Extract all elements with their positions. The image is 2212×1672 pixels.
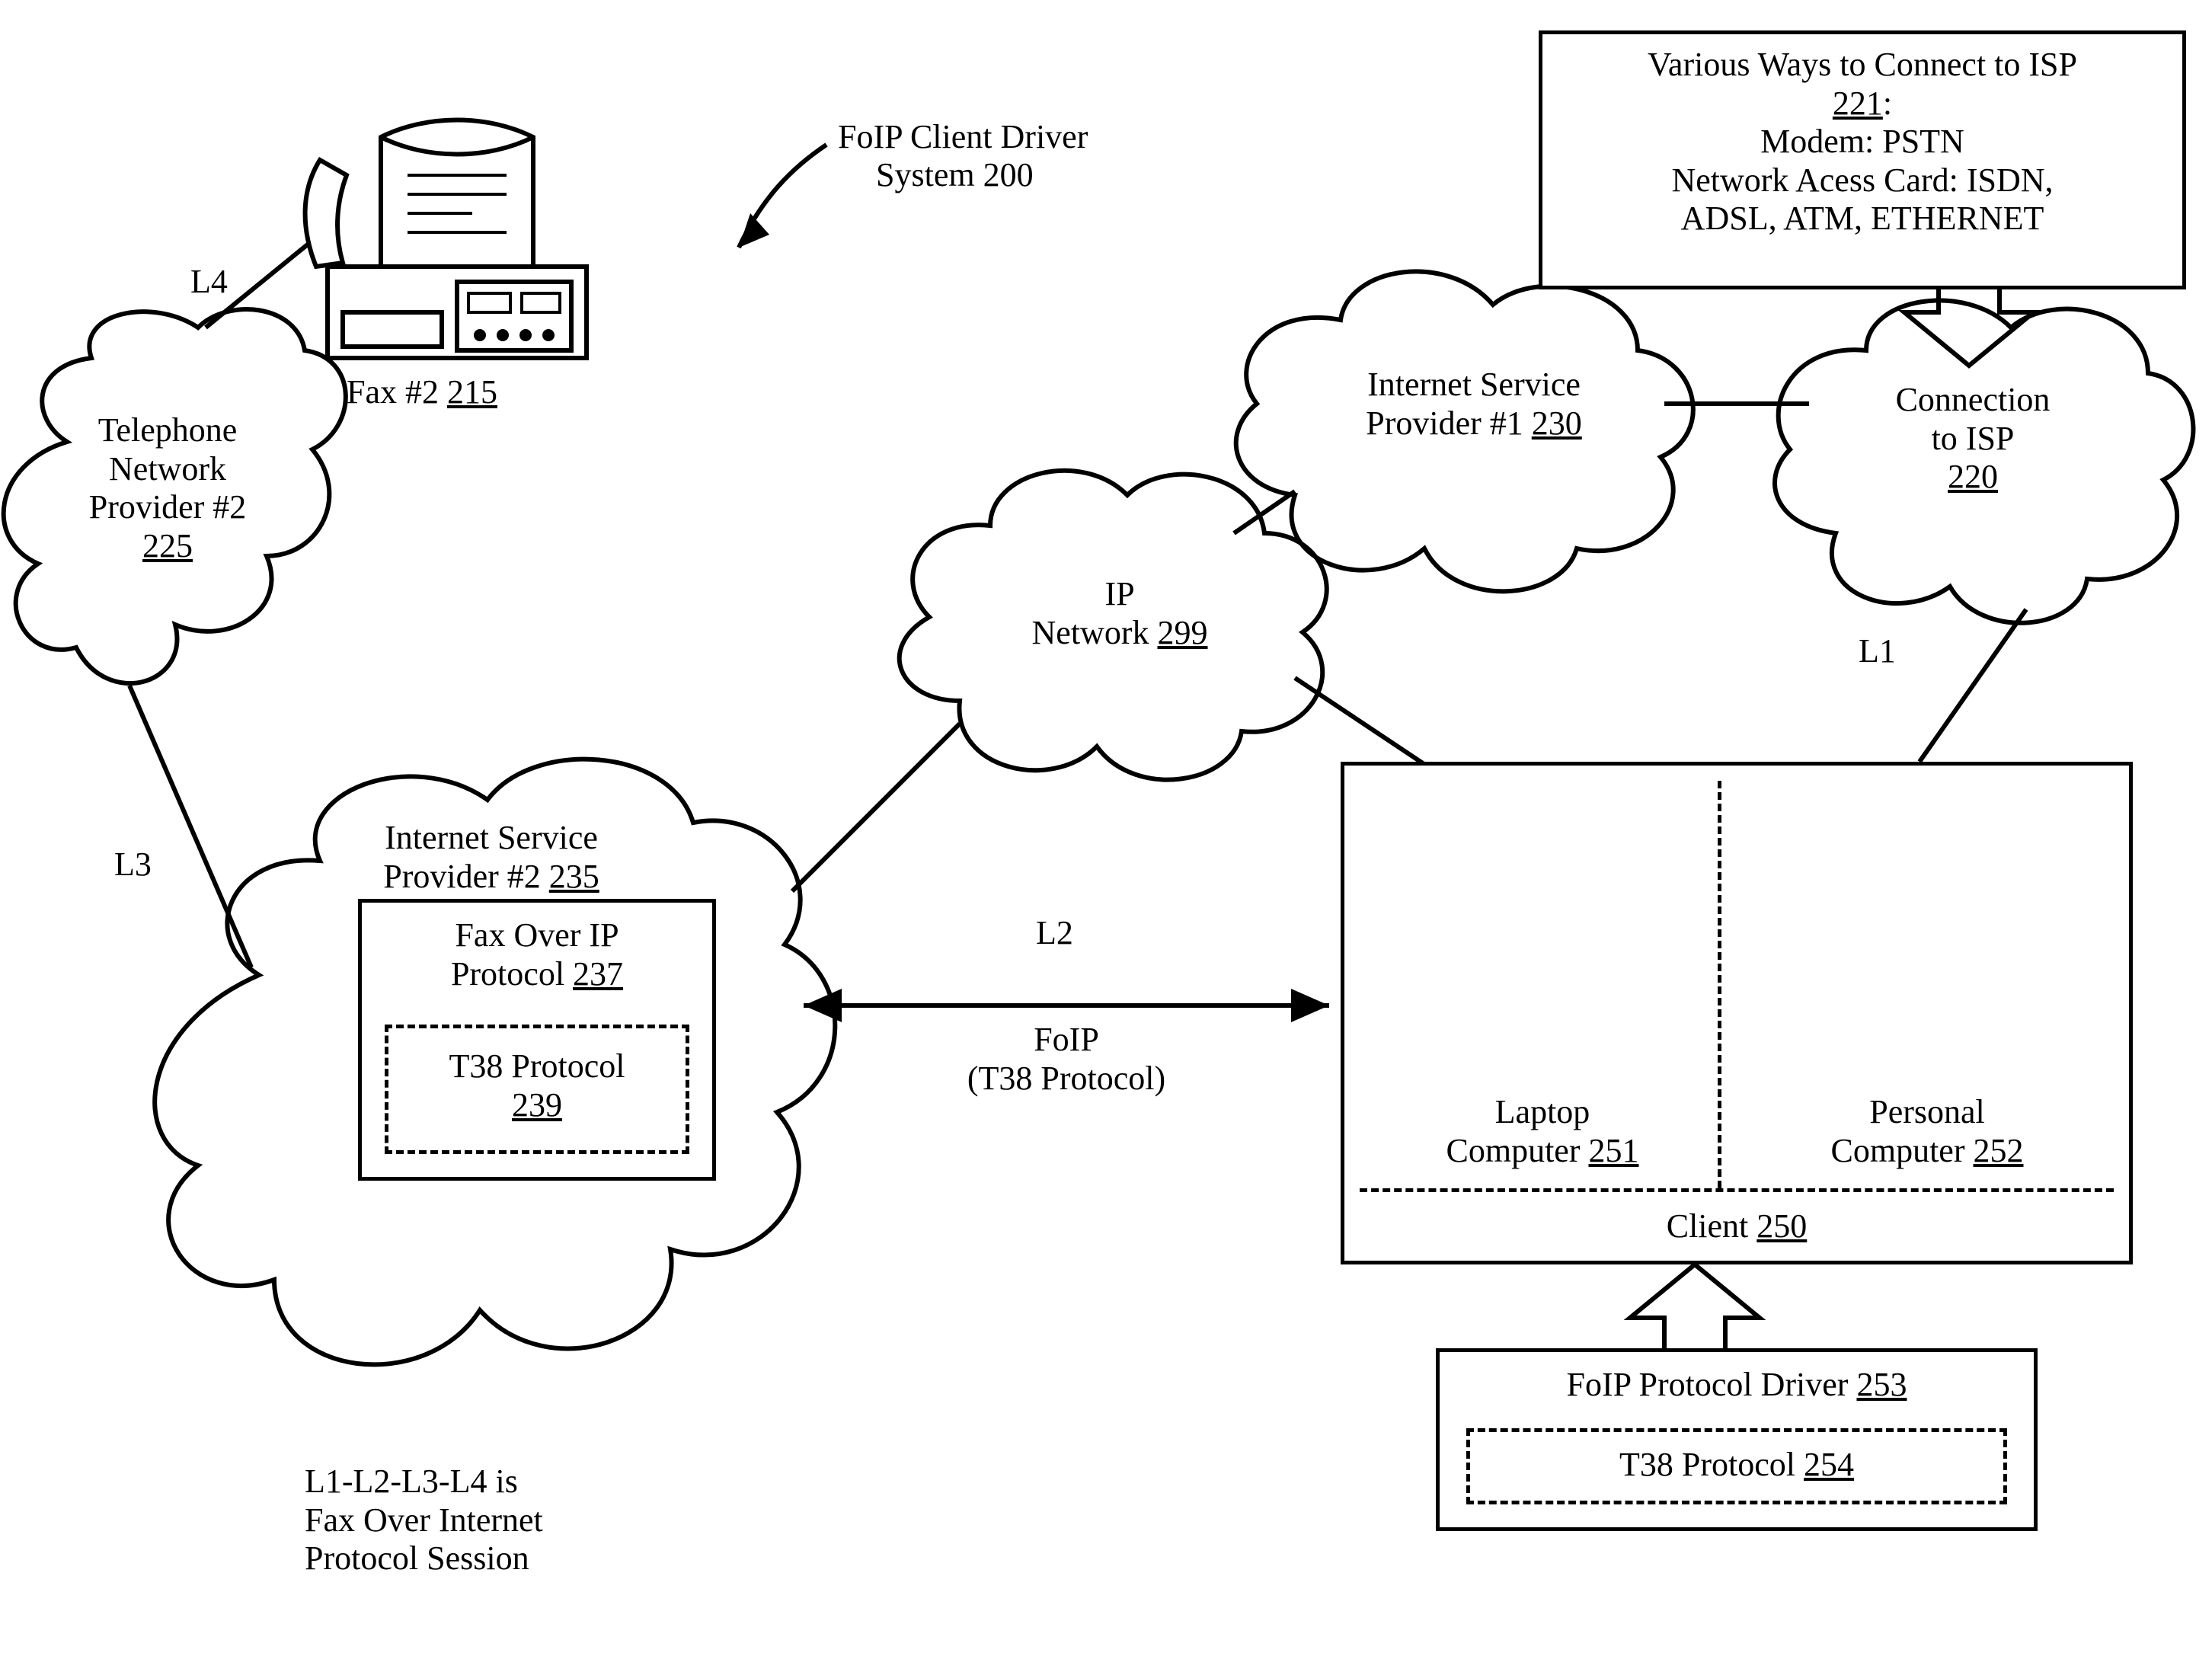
client-divider-vertical [1718,781,1721,1188]
ways-text: Various Ways to Connect to ISP 221: Mode… [1542,46,2182,238]
driver-box: FoIP Protocol Driver 253 T38 Protocol 25… [1436,1348,2038,1531]
fax-label: Fax #2 215 [347,373,497,412]
conn-text: Connection to ISP 220 [1813,381,2133,497]
block-arrow-client [1630,1264,1760,1348]
client-box: Laptop Computer 251 Personal Computer 25… [1341,762,2133,1264]
link-l1-label: L1 [1859,632,1896,671]
ways-box: Various Ways to Connect to ISP 221: Mode… [1539,30,2186,289]
foip-arrow-caption: FoIP (T38 Protocol) [899,1021,1234,1098]
t38-a-text: T38 Protocol 239 [388,1047,686,1124]
t38-box-a: T38 Protocol 239 [385,1025,689,1154]
link-l2-label: L2 [1036,914,1073,953]
isp2-label: Internet Service Provider #2 235 [301,819,682,896]
driver-label: FoIP Protocol Driver 253 [1440,1366,2034,1405]
title-arrow [739,145,826,248]
title-line1: FoIP Client Driver [838,118,1088,157]
link-l3-label: L3 [114,846,152,884]
isp1-text: Internet Service Provider #1 230 [1303,366,1645,443]
link-l4-label: L4 [190,263,228,302]
foip-protocol-text: Fax Over IP Protocol 237 [362,916,712,993]
fax-icon [305,120,587,359]
foip-arrow-line [804,989,1329,1022]
t38-box-b: T38 Protocol 254 [1466,1428,2007,1504]
ipnet-text: IP Network 299 [983,575,1257,652]
pc-label: Personal Computer 252 [1763,1093,2091,1170]
title-line2: System 200 [876,156,1034,195]
client-divider-horizontal [1360,1188,2114,1192]
client-label: Client 250 [1344,1207,2129,1246]
foip-protocol-box: Fax Over IP Protocol 237 T38 Protocol 23… [358,899,716,1181]
session-text: L1-L2-L3-L4 is Fax Over Internet Protoco… [305,1463,686,1578]
laptop-label: Laptop Computer 251 [1390,1093,1695,1170]
tel-cloud-text: Telephone Network Provider #2 225 [30,411,305,565]
t38-b-text: T38 Protocol 254 [1470,1446,2003,1485]
